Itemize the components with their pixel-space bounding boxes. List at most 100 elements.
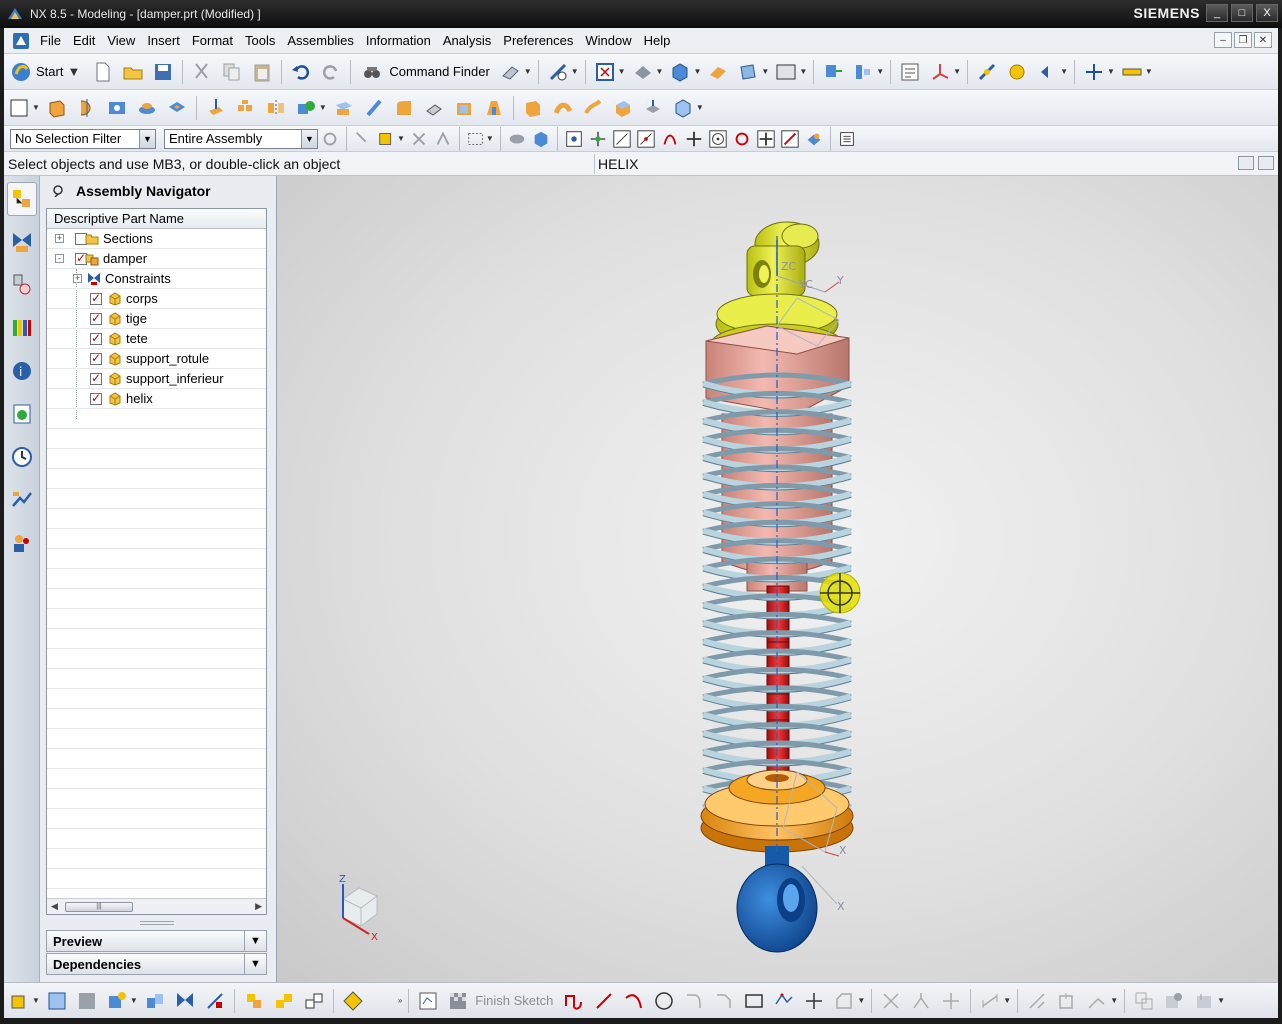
- rectangle-icon[interactable]: [741, 988, 767, 1014]
- datum-plane-icon[interactable]: [203, 95, 229, 121]
- rectangle-select-icon[interactable]: [466, 126, 486, 152]
- chevron-down-icon[interactable]: ▼: [244, 931, 266, 951]
- move-component-icon[interactable]: [820, 59, 846, 85]
- csys-body-icon[interactable]: [670, 95, 696, 121]
- assembly-navigator-tab[interactable]: [7, 182, 37, 216]
- web-browser-tab[interactable]: [7, 397, 37, 431]
- copy-icon[interactable]: [219, 59, 245, 85]
- orient-view-icon[interactable]: [667, 59, 693, 85]
- command-finder-button[interactable]: Command Finder: [355, 61, 495, 83]
- lower-eye-part[interactable]: [736, 846, 818, 953]
- datum-csys-icon[interactable]: [927, 59, 953, 85]
- expand-icon[interactable]: +: [55, 234, 64, 243]
- menu-assemblies[interactable]: Assemblies: [281, 33, 359, 48]
- panel-splitter-grip[interactable]: [140, 921, 174, 925]
- fillet-icon[interactable]: [681, 988, 707, 1014]
- snap-cursor-icon[interactable]: [353, 126, 373, 152]
- reset-filter-icon[interactable]: [320, 126, 340, 152]
- preview-section[interactable]: Preview ▼: [46, 930, 267, 952]
- assembly-constraint-icon[interactable]: [850, 59, 876, 85]
- circle-icon[interactable]: [651, 988, 677, 1014]
- hd3d-tools-tab[interactable]: i: [7, 354, 37, 388]
- reuse-library-tab[interactable]: [7, 311, 37, 345]
- unite-icon[interactable]: [293, 95, 319, 121]
- reattach-icon[interactable]: [1131, 988, 1157, 1014]
- render-style-icon[interactable]: [630, 59, 656, 85]
- mirror-icon[interactable]: [263, 95, 289, 121]
- visibility-checkbox[interactable]: [90, 311, 102, 325]
- tree-row-sections[interactable]: + Sections: [47, 229, 266, 249]
- horizontal-scrollbar[interactable]: ◀ ||| ▶: [47, 898, 266, 914]
- selection-filter-dropdown[interactable]: No Selection Filter ▼: [10, 128, 156, 149]
- scroll-thumb[interactable]: |||: [65, 902, 133, 912]
- select-feature-icon[interactable]: [377, 126, 397, 152]
- analysis-icon[interactable]: [1004, 59, 1030, 85]
- process-studio-tab[interactable]: [7, 483, 37, 517]
- visibility-checkbox[interactable]: [90, 291, 102, 305]
- dependencies-section[interactable]: Dependencies ▼: [46, 953, 267, 975]
- column-header-part-name[interactable]: Descriptive Part Name: [47, 209, 266, 229]
- constraint-navigator-tab[interactable]: [7, 225, 37, 259]
- sheet-icon[interactable]: [897, 59, 923, 85]
- doc-close-button[interactable]: ✕: [1254, 32, 1272, 48]
- profile-icon[interactable]: [561, 988, 587, 1014]
- finish-sketch-label[interactable]: Finish Sketch: [475, 993, 553, 1008]
- boss-icon[interactable]: [134, 95, 160, 121]
- tree-row-damper[interactable]: - damper: [47, 249, 266, 269]
- sweep-icon[interactable]: [550, 95, 576, 121]
- snap-point-on-curve-icon[interactable]: [780, 126, 800, 152]
- selection-icon[interactable]: [1034, 59, 1060, 85]
- menu-tools[interactable]: Tools: [239, 33, 281, 48]
- thicken-icon[interactable]: [580, 95, 606, 121]
- clearance-icon[interactable]: [301, 988, 327, 1014]
- pocket-icon[interactable]: [164, 95, 190, 121]
- new-file-icon[interactable]: [90, 59, 116, 85]
- snap-quadrant-icon[interactable]: [732, 126, 752, 152]
- tree-row-constraints[interactable]: + Constraints: [47, 269, 266, 289]
- damper-model[interactable]: ZC YC Y X X Z X: [277, 176, 1278, 982]
- hole-icon[interactable]: [104, 95, 130, 121]
- chevron-down-icon[interactable]: ▼: [301, 129, 317, 148]
- explode-icon[interactable]: [202, 988, 228, 1014]
- snap-midpoint-icon[interactable]: [588, 126, 608, 152]
- shell-icon[interactable]: [451, 95, 477, 121]
- view-section-icon[interactable]: [735, 59, 761, 85]
- auto-constrain-icon[interactable]: [1054, 988, 1080, 1014]
- fit-view-icon[interactable]: [592, 59, 618, 85]
- menu-help[interactable]: Help: [638, 33, 677, 48]
- select-body-icon[interactable]: [531, 126, 551, 152]
- selection-list-icon[interactable]: [837, 126, 857, 152]
- add-component-icon[interactable]: [44, 988, 70, 1014]
- snap-center-icon[interactable]: [708, 126, 728, 152]
- wave-link-icon[interactable]: [241, 988, 267, 1014]
- menu-file[interactable]: File: [34, 33, 67, 48]
- snap-existing-point-icon[interactable]: [756, 126, 776, 152]
- snap-curve-icon[interactable]: [660, 126, 680, 152]
- start-button[interactable]: Start ▼: [4, 59, 88, 85]
- open-folder-icon[interactable]: [120, 59, 146, 85]
- measure-icon[interactable]: [545, 59, 571, 85]
- history-tab[interactable]: [7, 440, 37, 474]
- make-corner-icon[interactable]: [938, 988, 964, 1014]
- constraint-bottom-icon[interactable]: [172, 988, 198, 1014]
- sketch-settings-icon[interactable]: [1161, 988, 1187, 1014]
- geometric-constraint-icon[interactable]: [1024, 988, 1050, 1014]
- paste-icon[interactable]: [249, 59, 275, 85]
- snap-endpoint-icon[interactable]: [564, 126, 584, 152]
- quick-extend-icon[interactable]: [908, 988, 934, 1014]
- replace-face-icon[interactable]: [610, 95, 636, 121]
- menu-insert[interactable]: Insert: [141, 33, 186, 48]
- menu-edit[interactable]: Edit: [67, 33, 101, 48]
- scroll-left-icon[interactable]: ◀: [51, 901, 58, 912]
- snap-point-icon[interactable]: [974, 59, 1000, 85]
- background-icon[interactable]: [773, 59, 799, 85]
- revolve-icon[interactable]: [74, 95, 100, 121]
- offset-face-icon[interactable]: [520, 95, 546, 121]
- pattern-icon[interactable]: [233, 95, 259, 121]
- offset-curve-icon[interactable]: [831, 988, 857, 1014]
- ruler-icon[interactable]: [1119, 59, 1145, 85]
- full-screen-icon[interactable]: [1238, 156, 1254, 170]
- polygon-icon[interactable]: [771, 988, 797, 1014]
- sequence-icon[interactable]: [271, 988, 297, 1014]
- scroll-right-icon[interactable]: ▶: [255, 901, 262, 912]
